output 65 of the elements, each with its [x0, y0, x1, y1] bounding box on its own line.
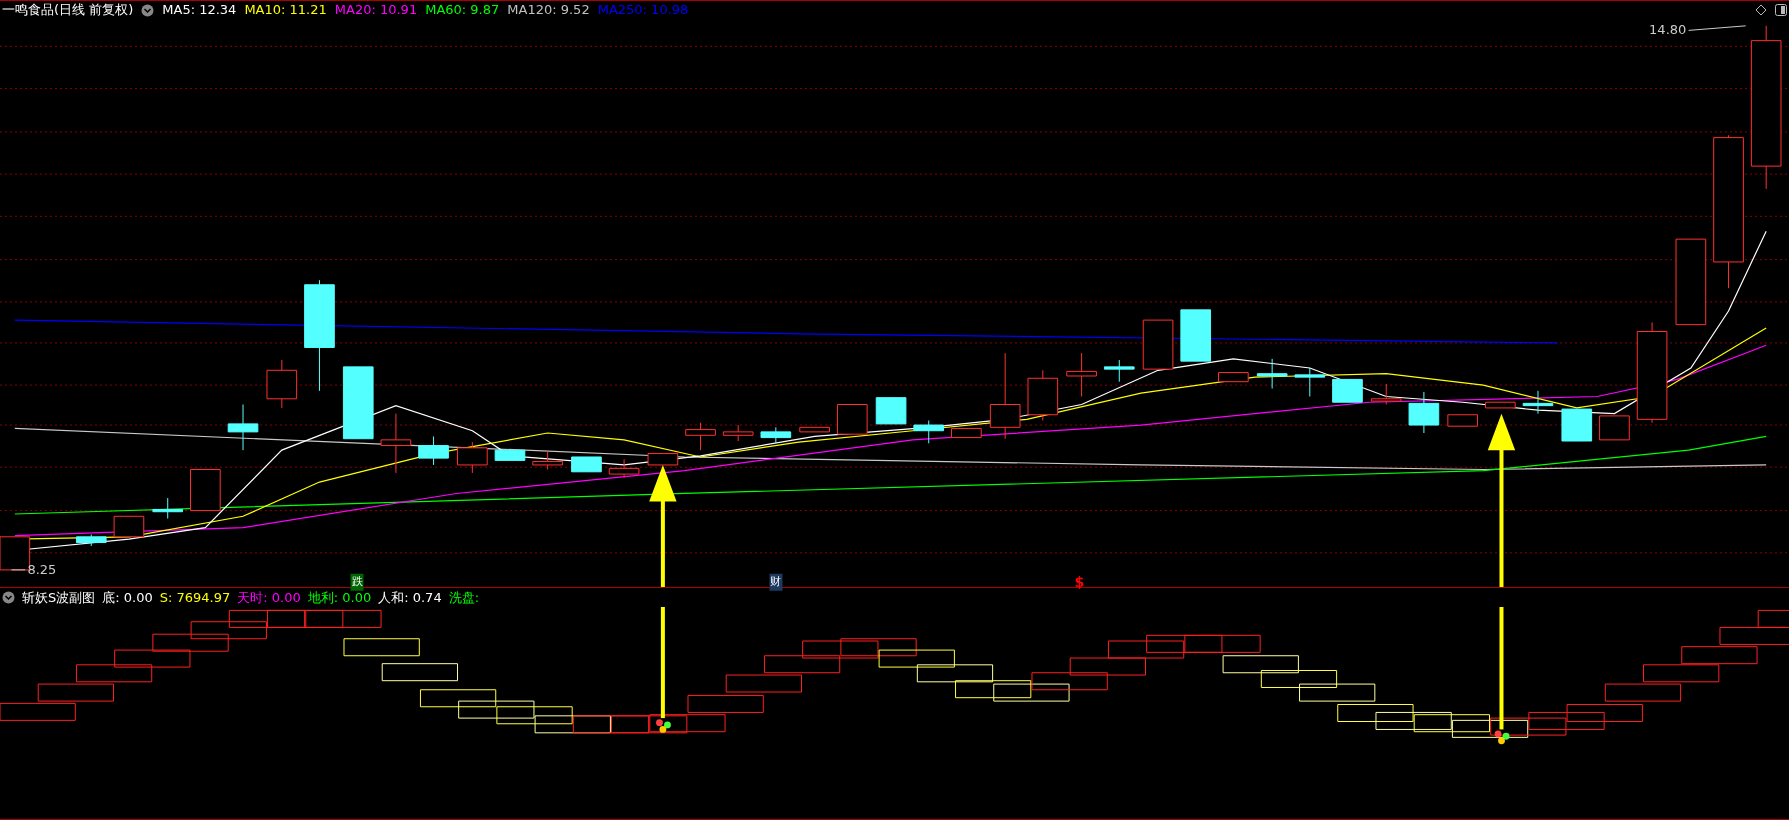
ma-value: MA5: 12.34 — [162, 1, 237, 20]
indicator-value: 天时: 0.00 — [237, 588, 301, 607]
ma-value: MA120: 9.52 — [507, 1, 590, 20]
leader-line — [1688, 25, 1747, 31]
signal-label: 跌 — [350, 574, 364, 591]
candlestick — [799, 426, 830, 433]
candlestick — [836, 404, 868, 435]
low-price-label: 8.25 — [27, 561, 57, 580]
candlestick — [1408, 391, 1440, 434]
candlestick — [1103, 359, 1135, 383]
signal-label: $ — [1073, 572, 1086, 592]
candlestick — [1447, 414, 1478, 427]
chevron-down-icon[interactable] — [2, 591, 15, 604]
candlestick — [380, 413, 412, 474]
candlestick — [1599, 415, 1630, 441]
candlestick — [1332, 378, 1363, 403]
candlestick — [494, 449, 526, 461]
panel-toggle-icon[interactable] — [1775, 4, 1787, 16]
candlestick — [1066, 352, 1097, 398]
candlestick — [1522, 390, 1554, 415]
candlestick — [1256, 358, 1288, 390]
chevron-down-icon[interactable] — [141, 3, 155, 17]
stock-title: 一鸣食品(日线 前复权) — [2, 1, 134, 20]
indicator-value: 底: 0.00 — [102, 588, 153, 607]
signal-dots-icon — [1494, 730, 1510, 745]
indicator-value: 人和: 0.74 — [378, 588, 442, 607]
candlestick — [1142, 319, 1174, 370]
candlestick — [75, 534, 107, 547]
candlestick — [951, 427, 982, 439]
candlestick — [457, 441, 488, 474]
ma-value: MA250: 10.98 — [597, 1, 689, 20]
high-price-label: 14.80 — [1649, 21, 1687, 40]
candlestick — [760, 426, 792, 444]
candlestick — [1370, 383, 1402, 405]
candlestick — [647, 453, 679, 466]
candlestick — [1218, 372, 1249, 383]
candlestick — [875, 397, 907, 425]
candlestick — [418, 435, 449, 466]
diamond-icon[interactable] — [1755, 4, 1767, 16]
indicator-value: 洗盘: — [448, 588, 480, 607]
candlestick — [608, 458, 640, 478]
leader-line — [10, 569, 26, 571]
candlestick — [1180, 309, 1212, 362]
candlestick — [266, 359, 298, 409]
candlestick — [113, 515, 145, 538]
candlestick — [571, 456, 602, 473]
candlestick — [532, 450, 563, 470]
candlestick — [722, 424, 754, 442]
candlestick — [1561, 408, 1593, 442]
candlestick — [1485, 401, 1516, 409]
candlestick — [1027, 369, 1059, 421]
indicator-value: S: 7694.97 — [159, 588, 231, 607]
signal-label: 财 — [769, 574, 783, 591]
candlestick — [1294, 367, 1326, 398]
candlestick — [190, 469, 221, 512]
candlestick — [152, 497, 184, 520]
indicator-title: 斩妖S波副图 — [22, 588, 96, 607]
candlestick — [685, 422, 716, 451]
candlestick — [227, 404, 259, 451]
ma-value: MA10: 11.21 — [244, 1, 327, 20]
indicator-value: 地利: 0.00 — [307, 588, 372, 607]
candlestick — [913, 420, 945, 444]
ma-value: MA60: 9.87 — [425, 1, 500, 20]
signal-dots-icon — [656, 719, 671, 733]
ma-value: MA20: 10.91 — [334, 1, 418, 20]
